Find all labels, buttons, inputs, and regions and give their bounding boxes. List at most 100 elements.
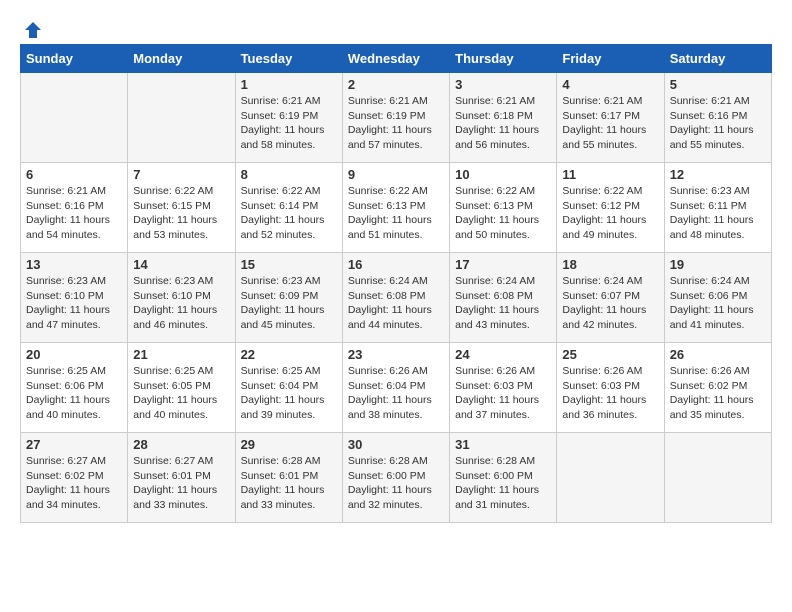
day-number: 7 (133, 167, 229, 182)
calendar-cell: 15Sunrise: 6:23 AMSunset: 6:09 PMDayligh… (235, 253, 342, 343)
day-info: Sunrise: 6:26 AMSunset: 6:03 PMDaylight:… (562, 364, 658, 423)
day-info: Sunrise: 6:25 AMSunset: 6:04 PMDaylight:… (241, 364, 337, 423)
calendar-cell: 17 Sunrise: 6:24 AMSunset: 6:08 PMDayligh… (450, 253, 557, 343)
calendar-cell: 26 Sunrise: 6:26 AMSunset: 6:02 PMDayligh… (664, 343, 771, 433)
day-info: Sunrise: 6:27 AMSunset: 6:01 PMDaylight:… (133, 454, 229, 513)
day-number: 25 (562, 347, 658, 362)
calendar-cell: 13 Sunrise: 6:23 AMSunset: 6:10 PMDayligh… (21, 253, 128, 343)
calendar-cell: 3Sunrise: 6:21 AMSunset: 6:18 PMDaylight… (450, 73, 557, 163)
day-number: 23 (348, 347, 444, 362)
day-info: Sunrise: 6:21 AMSunset: 6:16 PMDaylight:… (26, 184, 122, 243)
day-number: 29 (241, 437, 337, 452)
calendar-cell (664, 433, 771, 523)
day-number: 1 (241, 77, 337, 92)
weekday-header-saturday: Saturday (664, 45, 771, 73)
day-number: 24 (455, 347, 551, 362)
day-info: Sunrise: 6:24 AMSunset: 6:08 PMDaylight:… (348, 274, 444, 333)
day-info: Sunrise: 6:26 AMSunset: 6:03 PMDaylight:… (455, 364, 551, 423)
day-number: 26 (670, 347, 766, 362)
calendar-cell (128, 73, 235, 163)
day-number: 12 (670, 167, 766, 182)
calendar-cell: 14 Sunrise: 6:23 AMSunset: 6:10 PMDayligh… (128, 253, 235, 343)
logo (20, 20, 43, 34)
day-number: 9 (348, 167, 444, 182)
calendar-cell: 5Sunrise: 6:21 AMSunset: 6:16 PMDaylight… (664, 73, 771, 163)
day-number: 19 (670, 257, 766, 272)
calendar-cell: 23 Sunrise: 6:26 AMSunset: 6:04 PMDayligh… (342, 343, 449, 433)
calendar-cell: 21 Sunrise: 6:25 AMSunset: 6:05 PMDayligh… (128, 343, 235, 433)
day-info: Sunrise: 6:21 AMSunset: 6:17 PMDaylight:… (562, 94, 658, 153)
day-number: 18 (562, 257, 658, 272)
weekday-header-thursday: Thursday (450, 45, 557, 73)
day-info: Sunrise: 6:23 AMSunset: 6:11 PMDaylight:… (670, 184, 766, 243)
day-number: 31 (455, 437, 551, 452)
day-number: 17 (455, 257, 551, 272)
day-info: Sunrise: 6:21 AMSunset: 6:19 PMDaylight:… (348, 94, 444, 153)
weekday-header-monday: Monday (128, 45, 235, 73)
day-info: Sunrise: 6:23 AMSunset: 6:10 PMDaylight:… (26, 274, 122, 333)
calendar-cell: 22 Sunrise: 6:25 AMSunset: 6:04 PMDayligh… (235, 343, 342, 433)
day-number: 4 (562, 77, 658, 92)
logo-icon (23, 20, 43, 40)
weekday-header-wednesday: Wednesday (342, 45, 449, 73)
calendar-cell: 1 Sunrise: 6:21 AMSunset: 6:19 PMDaylight… (235, 73, 342, 163)
day-info: Sunrise: 6:22 AMSunset: 6:15 PMDaylight:… (133, 184, 229, 243)
calendar-cell: 2Sunrise: 6:21 AMSunset: 6:19 PMDaylight… (342, 73, 449, 163)
day-info: Sunrise: 6:23 AMSunset: 6:09 PMDaylight:… (241, 274, 337, 333)
day-info: Sunrise: 6:23 AMSunset: 6:10 PMDaylight:… (133, 274, 229, 333)
calendar-cell: 31Sunrise: 6:28 AMSunset: 6:00 PMDayligh… (450, 433, 557, 523)
calendar-week-row: 20 Sunrise: 6:25 AMSunset: 6:06 PMDayligh… (21, 343, 772, 433)
day-info: Sunrise: 6:25 AMSunset: 6:05 PMDaylight:… (133, 364, 229, 423)
calendar-cell: 4 Sunrise: 6:21 AMSunset: 6:17 PMDaylight… (557, 73, 664, 163)
day-info: Sunrise: 6:22 AMSunset: 6:14 PMDaylight:… (241, 184, 337, 243)
weekday-header-row: SundayMondayTuesdayWednesdayThursdayFrid… (21, 45, 772, 73)
day-number: 13 (26, 257, 122, 272)
weekday-header-friday: Friday (557, 45, 664, 73)
day-number: 11 (562, 167, 658, 182)
calendar-cell: 12 Sunrise: 6:23 AMSunset: 6:11 PMDayligh… (664, 163, 771, 253)
calendar-week-row: 13 Sunrise: 6:23 AMSunset: 6:10 PMDayligh… (21, 253, 772, 343)
day-number: 21 (133, 347, 229, 362)
calendar-cell: 7 Sunrise: 6:22 AMSunset: 6:15 PMDaylight… (128, 163, 235, 253)
day-info: Sunrise: 6:25 AMSunset: 6:06 PMDaylight:… (26, 364, 122, 423)
calendar-cell: 9 Sunrise: 6:22 AMSunset: 6:13 PMDaylight… (342, 163, 449, 253)
day-info: Sunrise: 6:21 AMSunset: 6:18 PMDaylight:… (455, 94, 551, 153)
weekday-header-sunday: Sunday (21, 45, 128, 73)
calendar-cell: 30Sunrise: 6:28 AMSunset: 6:00 PMDayligh… (342, 433, 449, 523)
day-info: Sunrise: 6:22 AMSunset: 6:13 PMDaylight:… (348, 184, 444, 243)
calendar-cell: 16 Sunrise: 6:24 AMSunset: 6:08 PMDayligh… (342, 253, 449, 343)
day-number: 30 (348, 437, 444, 452)
calendar-cell: 11Sunrise: 6:22 AMSunset: 6:12 PMDayligh… (557, 163, 664, 253)
calendar-cell: 28 Sunrise: 6:27 AMSunset: 6:01 PMDayligh… (128, 433, 235, 523)
calendar-cell: 20 Sunrise: 6:25 AMSunset: 6:06 PMDayligh… (21, 343, 128, 433)
calendar-cell: 27 Sunrise: 6:27 AMSunset: 6:02 PMDayligh… (21, 433, 128, 523)
day-number: 28 (133, 437, 229, 452)
day-info: Sunrise: 6:26 AMSunset: 6:04 PMDaylight:… (348, 364, 444, 423)
day-info: Sunrise: 6:24 AMSunset: 6:08 PMDaylight:… (455, 274, 551, 333)
calendar-cell: 18Sunrise: 6:24 AMSunset: 6:07 PMDayligh… (557, 253, 664, 343)
calendar-cell: 19 Sunrise: 6:24 AMSunset: 6:06 PMDayligh… (664, 253, 771, 343)
day-number: 22 (241, 347, 337, 362)
day-number: 20 (26, 347, 122, 362)
day-info: Sunrise: 6:21 AMSunset: 6:19 PMDaylight:… (241, 94, 337, 153)
calendar-table: SundayMondayTuesdayWednesdayThursdayFrid… (20, 44, 772, 523)
day-info: Sunrise: 6:28 AMSunset: 6:01 PMDaylight:… (241, 454, 337, 513)
day-number: 10 (455, 167, 551, 182)
day-info: Sunrise: 6:22 AMSunset: 6:13 PMDaylight:… (455, 184, 551, 243)
day-number: 16 (348, 257, 444, 272)
calendar-cell: 10 Sunrise: 6:22 AMSunset: 6:13 PMDayligh… (450, 163, 557, 253)
day-number: 14 (133, 257, 229, 272)
calendar-cell: 8Sunrise: 6:22 AMSunset: 6:14 PMDaylight… (235, 163, 342, 253)
calendar-cell (21, 73, 128, 163)
day-number: 5 (670, 77, 766, 92)
page-header (20, 20, 772, 34)
day-info: Sunrise: 6:24 AMSunset: 6:06 PMDaylight:… (670, 274, 766, 333)
calendar-cell: 25 Sunrise: 6:26 AMSunset: 6:03 PMDayligh… (557, 343, 664, 433)
day-number: 27 (26, 437, 122, 452)
calendar-week-row: 27 Sunrise: 6:27 AMSunset: 6:02 PMDayligh… (21, 433, 772, 523)
calendar-week-row: 6 Sunrise: 6:21 AMSunset: 6:16 PMDaylight… (21, 163, 772, 253)
calendar-cell: 24 Sunrise: 6:26 AMSunset: 6:03 PMDayligh… (450, 343, 557, 433)
day-info: Sunrise: 6:27 AMSunset: 6:02 PMDaylight:… (26, 454, 122, 513)
day-info: Sunrise: 6:26 AMSunset: 6:02 PMDaylight:… (670, 364, 766, 423)
day-number: 6 (26, 167, 122, 182)
